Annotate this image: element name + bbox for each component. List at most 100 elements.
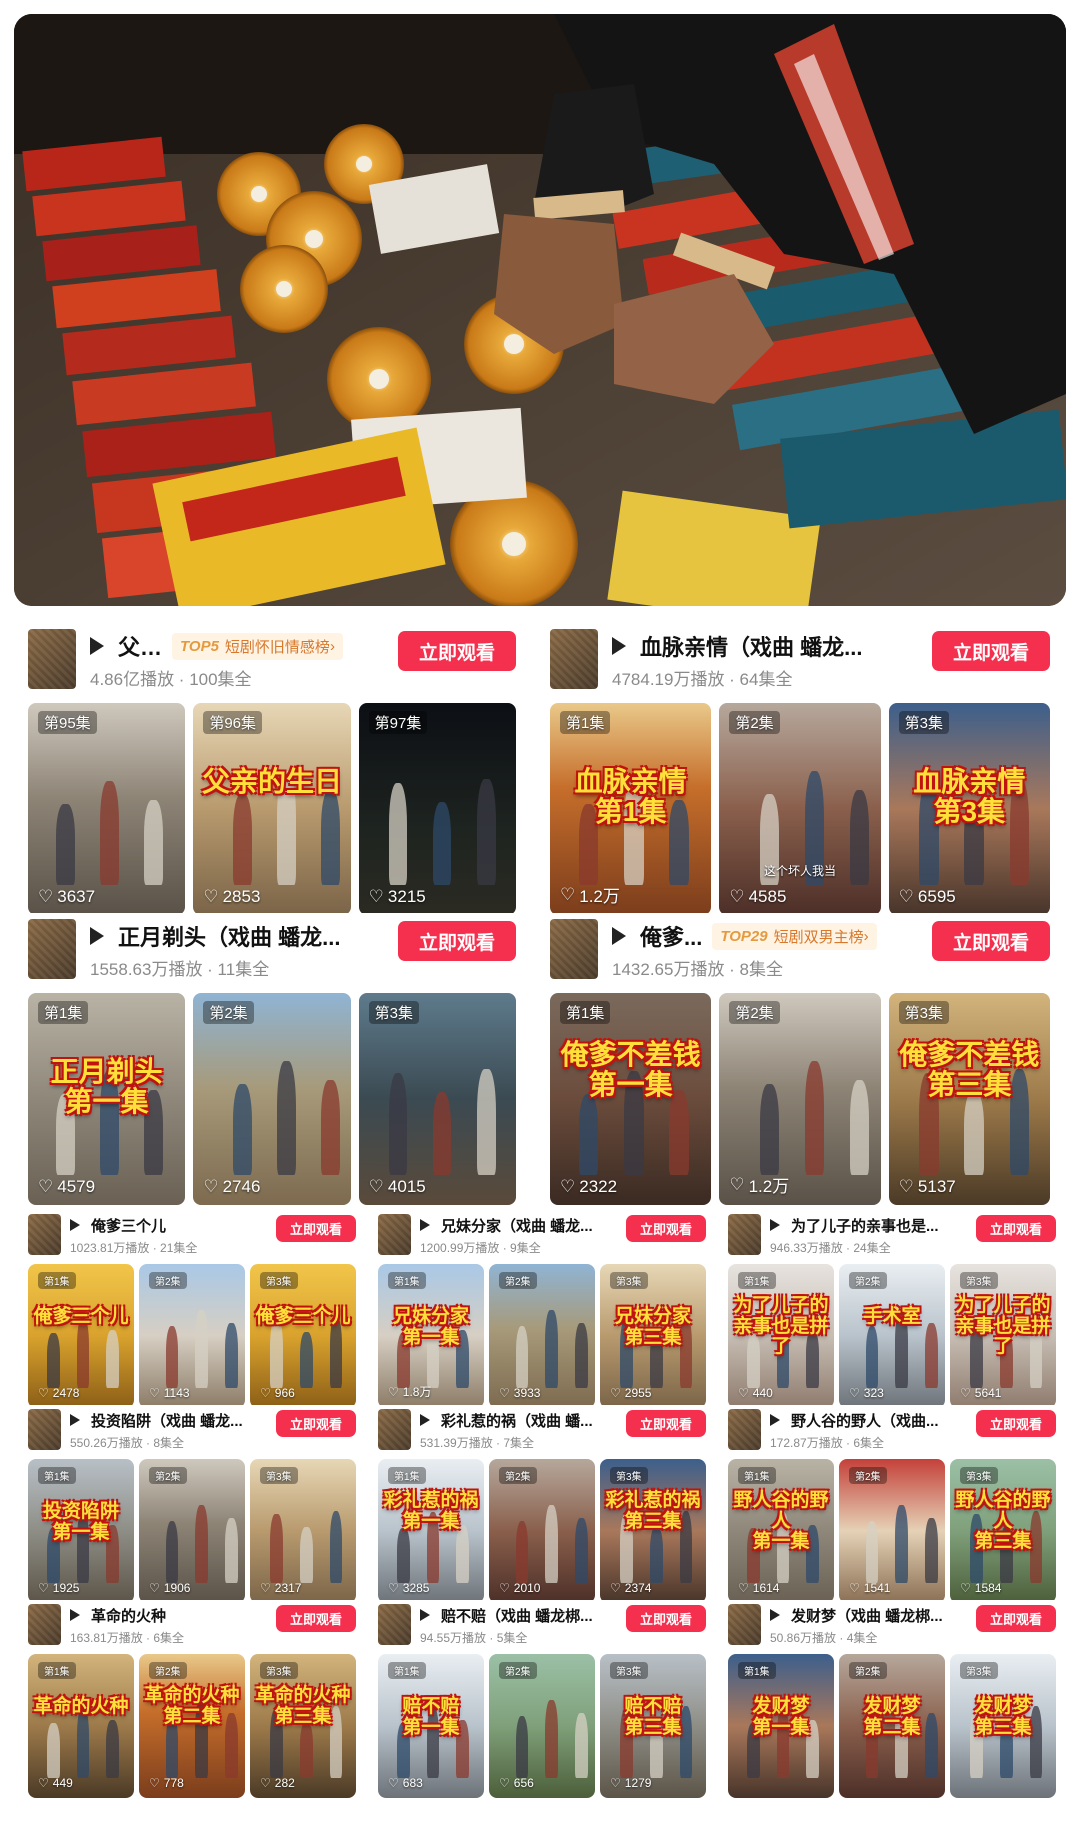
drama-poster[interactable] [28, 1604, 61, 1645]
episode-thumbnail[interactable]: 第1集 兄妹分家 第一集 ♡ 1.8万 [378, 1264, 484, 1408]
watch-now-button[interactable]: 立即观看 [932, 921, 1050, 961]
episode-thumbnail[interactable]: 第1集 血脉亲情 第1集 ♡ 1.2万 [550, 703, 712, 915]
drama-poster[interactable] [728, 1214, 761, 1255]
episode-thumbnail[interactable]: 第3集 发财梦 第三集 [950, 1654, 1056, 1798]
episode-thumbnail[interactable]: 第1集 赔不赔 第一集 ♡ 683 [378, 1654, 484, 1798]
episode-thumbnail[interactable]: 第3集 野人谷的野人 第三集 ♡ 1584 [950, 1459, 1056, 1603]
watch-now-button[interactable]: 立即观看 [276, 1410, 356, 1437]
episode-label: 第3集 [960, 1467, 998, 1484]
drama-poster[interactable] [28, 919, 76, 979]
title-row[interactable]: 血脉亲情（戏曲 蟠龙... [612, 631, 862, 661]
episode-thumbnail[interactable]: 第96集 父亲的生日 ♡ 2853 [193, 703, 351, 915]
watch-now-button[interactable]: 立即观看 [276, 1605, 356, 1632]
drama-card[interactable]: 投资陷阱（戏曲 蟠龙... 550.26万播放 · 8集全 立即观看 第1集 投资陷阱 … [28, 1405, 356, 1613]
drama-poster[interactable] [378, 1214, 411, 1255]
episode-thumbnail[interactable]: 第3集 ♡ 4015 [358, 993, 516, 1205]
title-row[interactable]: 投资陷阱（戏曲 蟠龙... [70, 1410, 243, 1430]
rank-badge[interactable]: TOP29 短剧双男主榜 › [712, 922, 877, 950]
episode-thumbnail[interactable]: 第3集 血脉亲情 第3集 ♡ 6595 [888, 703, 1050, 915]
episode-thumbnail[interactable]: 第2集 ♡ 656 [489, 1654, 595, 1798]
title-row[interactable]: 为了儿子的亲事也是... [770, 1215, 939, 1235]
episode-thumbnail[interactable]: 第2集 这个坏人我当 ♡ 4585 [719, 703, 881, 915]
episode-thumbnail[interactable]: 第3集 彩礼惹的祸 第三集 ♡ 2374 [600, 1459, 706, 1603]
title-row[interactable]: 彩礼惹的祸（戏曲 蟠... [420, 1410, 593, 1430]
watch-now-button[interactable]: 立即观看 [276, 1215, 356, 1242]
watch-now-button[interactable]: 立即观看 [976, 1410, 1056, 1437]
watch-now-button[interactable]: 立即观看 [626, 1605, 706, 1632]
episode-thumbnail[interactable]: 第3集 ♡ 2317 [250, 1459, 356, 1603]
drama-card[interactable]: 发财梦（戏曲 蟠龙梆... 50.86万播放 · 4集全 立即观看 第1集 发财梦 第一… [728, 1600, 1056, 1808]
watch-now-button[interactable]: 立即观看 [626, 1215, 706, 1242]
episode-thumbnail[interactable]: 第1集 野人谷的野人 第一集 ♡ 1614 [728, 1459, 834, 1603]
episode-thumbnail[interactable]: 第3集 俺爹三个儿 ♡ 966 [250, 1264, 356, 1408]
title-row[interactable]: 俺爹... TOP29 短剧双男主榜 › [612, 921, 877, 951]
watch-now-button[interactable]: 立即观看 [626, 1410, 706, 1437]
drama-card[interactable]: 俺爹... TOP29 短剧双男主榜 › 1432.65万播放 · 8集全 立即观看 第1… [550, 913, 1050, 1215]
episode-thumbnail[interactable]: 第1集 俺爹不差钱 第一集 ♡ 2322 [550, 993, 712, 1205]
title-row[interactable]: 赔不赔（戏曲 蟠龙梆... [420, 1605, 593, 1625]
episode-thumbnail[interactable]: 第1集 彩礼惹的祸 第一集 ♡ 3285 [378, 1459, 484, 1603]
episode-thumbnail[interactable]: 第2集 ♡ 1541 [839, 1459, 945, 1603]
episode-thumbnail[interactable]: 第2集 ♡ 3933 [489, 1264, 595, 1408]
episode-list: 第1集 投资陷阱 第一集 ♡ 1925 第2集 ♡ 1906 第3集 ♡ 2317 [28, 1459, 356, 1603]
drama-card[interactable]: 彩礼惹的祸（戏曲 蟠... 531.39万播放 · 7集全 立即观看 第1集 彩礼惹的祸… [378, 1405, 706, 1613]
episode-thumbnail[interactable]: 第2集 革命的火种 第二集 ♡ 778 [139, 1654, 245, 1798]
drama-card[interactable]: 正月剃头（戏曲 蟠龙... 1558.63万播放 · 11集全 立即观看 第1集 正月剃… [28, 913, 516, 1215]
episode-thumbnail[interactable]: 第2集 ♡ 1143 [139, 1264, 245, 1408]
episode-thumbnail[interactable]: 第1集 正月剃头 第一集 ♡ 4579 [28, 993, 186, 1205]
drama-card[interactable]: 俺爹三个儿 1023.81万播放 · 21集全 立即观看 第1集 俺爹三个儿 ♡ 2478 第… [28, 1210, 356, 1418]
episode-thumbnail[interactable]: 第2集 ♡ 2010 [489, 1459, 595, 1603]
drama-card[interactable]: 为了儿子的亲事也是... 946.33万播放 · 24集全 立即观看 第1集 为了儿子的… [728, 1210, 1056, 1418]
drama-poster[interactable] [378, 1604, 411, 1645]
drama-card[interactable]: 赔不赔（戏曲 蟠龙梆... 94.55万播放 · 5集全 立即观看 第1集 赔不赔 第一… [378, 1600, 706, 1808]
drama-card[interactable]: 兄妹分家（戏曲 蟠龙... 1200.99万播放 · 9集全 立即观看 第1集 兄妹分家… [378, 1210, 706, 1418]
episode-thumbnail[interactable]: 第3集 俺爹不差钱 第三集 ♡ 5137 [888, 993, 1050, 1205]
play-logo-icon [90, 927, 110, 945]
episode-thumbnail[interactable]: 第2集 ♡ 2746 [193, 993, 351, 1205]
title-row[interactable]: 革命的火种 [70, 1605, 166, 1625]
like-value: 2955 [624, 1386, 652, 1400]
episode-thumbnail[interactable]: 第95集 ♡ 3637 [28, 703, 186, 915]
rank-badge[interactable]: TOP5 短剧怀旧情感榜 › [172, 632, 343, 660]
episode-thumbnail[interactable]: 第1集 发财梦 第一集 [728, 1654, 834, 1798]
episode-thumbnail[interactable]: 第2集 ♡ 1.2万 [719, 993, 881, 1205]
episode-thumbnail[interactable]: 第2集 手术室 ♡ 323 [839, 1264, 945, 1408]
episode-thumbnail[interactable]: 第1集 为了儿子的 亲事也是拼了 ♡ 440 [728, 1264, 834, 1408]
scene-figure [195, 1505, 208, 1583]
drama-poster[interactable] [550, 629, 598, 689]
drama-card[interactable]: 革命的火种 163.81万播放 · 6集全 立即观看 第1集 革命的火种 ♡ 449 第2集革… [28, 1600, 356, 1808]
episode-thumbnail[interactable]: 第3集 兄妹分家 第三集 ♡ 2955 [600, 1264, 706, 1408]
drama-poster[interactable] [550, 919, 598, 979]
episode-thumbnail[interactable]: 第2集 发财梦 第二集 [839, 1654, 945, 1798]
watch-now-button[interactable]: 立即观看 [398, 921, 516, 961]
watch-now-button[interactable]: 立即观看 [932, 631, 1050, 671]
watch-now-button[interactable]: 立即观看 [976, 1605, 1056, 1632]
drama-poster[interactable] [378, 1409, 411, 1450]
drama-card[interactable]: 父… TOP5 短剧怀旧情感榜 › 4.86亿播放 · 100集全 立即观看 第95集 ♡ 3… [28, 623, 516, 925]
episode-thumbnail[interactable]: 第1集 俺爹三个儿 ♡ 2478 [28, 1264, 134, 1408]
drama-card[interactable]: 血脉亲情（戏曲 蟠龙... 4784.19万播放 · 64集全 立即观看 第1集 血脉亲… [550, 623, 1050, 925]
title-row[interactable]: 俺爹三个儿 [70, 1215, 166, 1235]
episode-thumbnail[interactable]: 第3集 赔不赔 第三集 ♡ 1279 [600, 1654, 706, 1798]
title-row[interactable]: 野人谷的野人（戏曲... [770, 1410, 939, 1430]
drama-poster[interactable] [28, 629, 76, 689]
episode-label: 第3集 [260, 1662, 298, 1679]
drama-poster[interactable] [28, 1409, 61, 1450]
drama-poster[interactable] [728, 1604, 761, 1645]
episode-thumbnail[interactable]: 第1集 革命的火种 ♡ 449 [28, 1654, 134, 1798]
watch-now-button[interactable]: 立即观看 [398, 631, 516, 671]
drama-poster[interactable] [28, 1214, 61, 1255]
episode-thumbnail[interactable]: 第3集 为了儿子的 亲事也是拼了 ♡ 5641 [950, 1264, 1056, 1408]
episode-thumbnail[interactable]: 第2集 ♡ 1906 [139, 1459, 245, 1603]
drama-poster[interactable] [728, 1409, 761, 1450]
episode-thumbnail[interactable]: 第1集 投资陷阱 第一集 ♡ 1925 [28, 1459, 134, 1603]
title-row[interactable]: 父… TOP5 短剧怀旧情感榜 › [90, 631, 343, 661]
drama-card[interactable]: 野人谷的野人（戏曲... 172.87万播放 · 6集全 立即观看 第1集 野人谷的野人… [728, 1405, 1056, 1613]
watch-now-button[interactable]: 立即观看 [976, 1215, 1056, 1242]
episode-thumbnail[interactable]: 第3集 革命的火种 第三集 ♡ 282 [250, 1654, 356, 1798]
title-row[interactable]: 正月剃头（戏曲 蟠龙... [90, 921, 340, 951]
title-row[interactable]: 兄妹分家（戏曲 蟠龙... [420, 1215, 593, 1235]
title-row[interactable]: 发财梦（戏曲 蟠龙梆... [770, 1605, 943, 1625]
scene-figure [299, 1331, 313, 1388]
episode-thumbnail[interactable]: 第97集 ♡ 3215 [358, 703, 516, 915]
